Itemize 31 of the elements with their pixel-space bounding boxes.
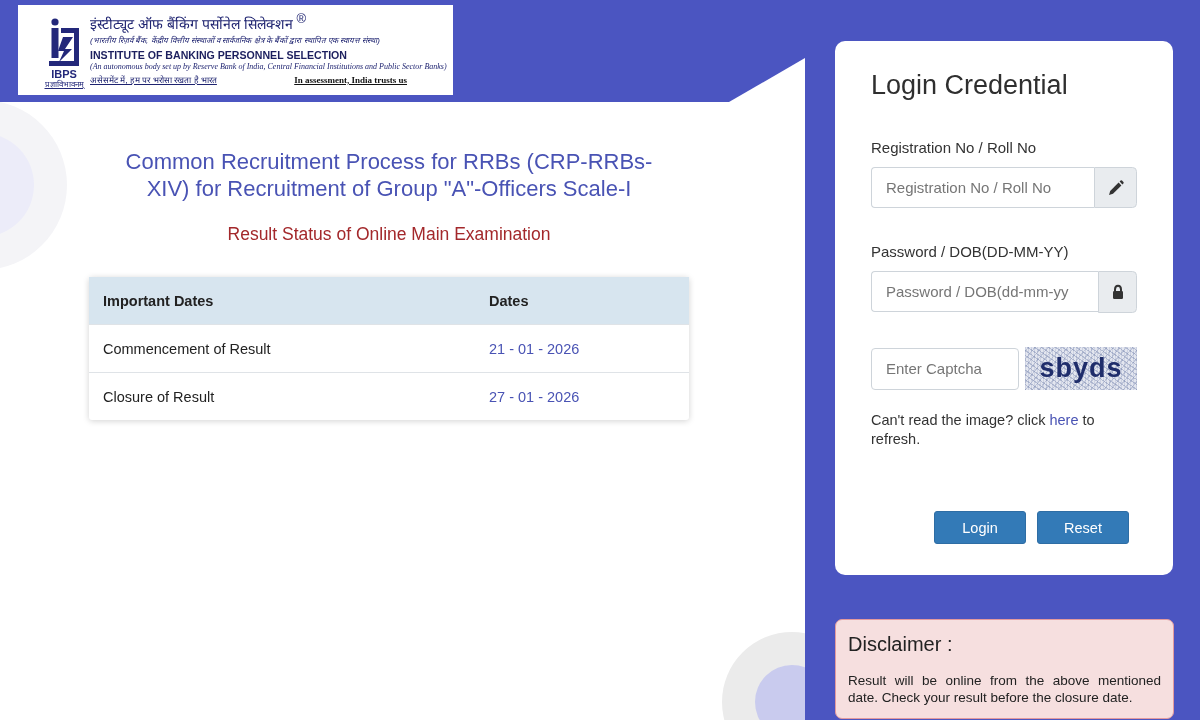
disclaimer-text: Result will be online from the above mentioned date. Check your result before the closure date. bbox=[848, 672, 1161, 706]
column-header: Dates bbox=[488, 292, 530, 309]
logo-motto: प्रज्ञाविभावनम् bbox=[44, 80, 84, 90]
field-label: Password / DOB(DD-MM-YY) bbox=[871, 243, 1070, 261]
refresh-link[interactable]: here bbox=[1049, 412, 1079, 428]
field-label: Registration No / Roll No bbox=[871, 139, 1038, 157]
captcha-input[interactable]: Enter Captcha bbox=[871, 347, 1019, 390]
hindi-tagline: असेसमेंट में, हम पर भरोसा रखता है भारत bbox=[90, 74, 217, 86]
hindi-institute-subtitle: (भारतीय रिज़र्व बैंक, केंद्रीय वित्तीय संस्थाओं व सार्वजनिक क्षेत्र के बैंकों द्वारा स्थापित एक स्वायत्त संस्था) bbox=[90, 34, 381, 46]
pencil-icon bbox=[1094, 167, 1137, 208]
logo-text: IBPS bbox=[51, 69, 77, 80]
disclaimer-title: Disclaimer : bbox=[848, 632, 954, 656]
column-header: Important Dates bbox=[102, 292, 215, 309]
logo-icon bbox=[46, 18, 82, 68]
table-cell-text: 21 - 01 - 2026 bbox=[488, 340, 581, 357]
table-cell-text: Commencement of Result bbox=[102, 340, 272, 357]
captcha-image: sbyds bbox=[1025, 347, 1137, 390]
table-cell-text: Closure of Result bbox=[102, 388, 216, 405]
result-status-heading: Result Status of Online Main Examination bbox=[227, 223, 551, 245]
table-cell-text: 27 - 01 - 2026 bbox=[488, 388, 581, 405]
tagline: In assessment, India trusts us bbox=[294, 74, 407, 86]
lock-icon bbox=[1098, 271, 1137, 313]
login-button[interactable]: Login bbox=[934, 511, 1026, 544]
institute-name: INSTITUTE OF BANKING PERSONNEL SELECTION bbox=[90, 48, 348, 62]
registration-input[interactable]: Registration No / Roll No bbox=[871, 167, 1094, 208]
login-title: Login Credential bbox=[871, 69, 1069, 101]
institute-subtitle: (An autonomous body set up by Reserve Bank of India, Central Financial Institutions and Public Sector Banks) bbox=[90, 61, 447, 72]
reset-button[interactable]: Reset bbox=[1037, 511, 1129, 544]
refresh-note: Can't read the image? click here to refresh. bbox=[871, 411, 1096, 449]
password-input[interactable]: Password / DOB(dd-mm-yy bbox=[871, 271, 1098, 312]
page-title: Common Recruitment Process for RRBs (CRP-RRBs-XIV) for Recruitment of Group "A"-Officers Scale-I bbox=[124, 148, 654, 202]
